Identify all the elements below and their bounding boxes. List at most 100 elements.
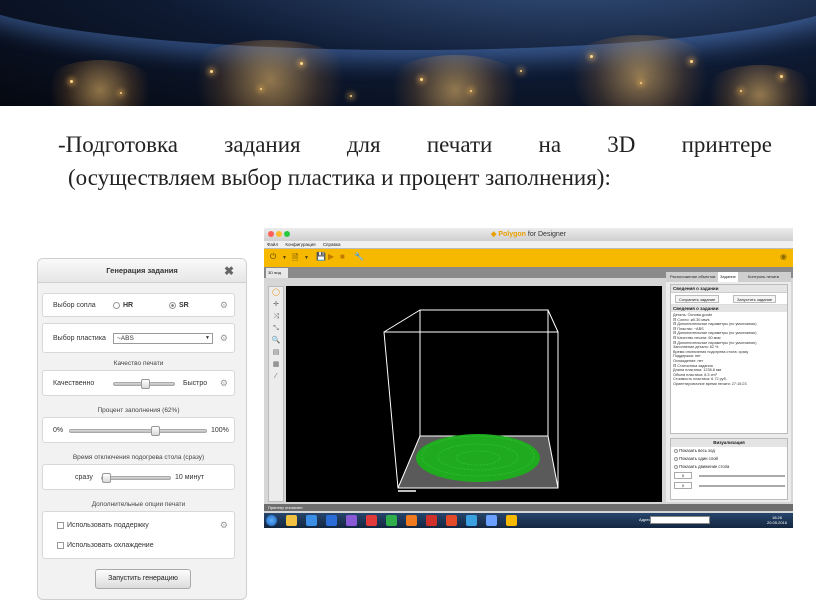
browser-icon[interactable] [306,515,317,526]
task-panel: Расположение объектов Задание Контроль п… [666,272,791,502]
plastic-select[interactable]: ~ABS ▼ [113,333,213,344]
cooling-checkbox[interactable] [57,542,64,549]
tab-task[interactable]: Задание [718,272,738,282]
task-action-bar: Сохранить задание Запустить задание [671,293,787,305]
viz-option-table[interactable]: Показать движение стола [671,463,787,471]
gear-icon[interactable]: ⚙ [220,378,228,389]
play-icon[interactable]: ▶ [328,252,334,261]
gear-icon[interactable]: ⚙ [220,520,228,531]
task-info-box: Сведения о задании Сохранить задание Зап… [670,284,788,434]
nozzle-hr-label: HR [123,302,134,309]
stop-icon[interactable]: ■ [340,252,345,261]
quality-slider[interactable] [113,379,175,389]
layer-tool-icon[interactable]: ▤ [269,347,283,359]
dialog-titlebar: Генерация задания ✖ [38,259,246,283]
viz-start-field[interactable]: 0 [674,472,692,479]
rotate-tool-icon[interactable]: ⤨ [269,311,283,323]
nozzle-hr-radio[interactable] [113,302,120,309]
scale-tool-icon[interactable]: ⤡ [269,323,283,335]
tab-object-layout[interactable]: Расположение объектов [668,272,717,282]
file-explorer-icon[interactable] [286,515,297,526]
clock-date: 20.05.2016 [766,520,787,525]
plastic-select-value: ~ABS [117,335,134,342]
infill-min-label: 0% [53,427,64,434]
plastic-label: Выбор пластика [53,335,106,342]
address-label: Адрес [639,517,651,522]
slice-tool-icon[interactable]: ▦ [269,359,283,371]
open-file-icon[interactable]: 🗎 [292,252,298,266]
address-input[interactable] [650,516,710,524]
tab-3d-view[interactable]: 3D вид [266,268,288,278]
heading-line-1: -Подготовка задания для печати на 3D при… [58,132,772,157]
heat-off-right-label: 10 минут [175,474,205,481]
measure-tool-icon[interactable]: ⁄ [269,371,283,383]
slide: -Подготовка задания для печати на 3D при… [0,0,816,613]
move-tool-icon[interactable]: ✛ [269,299,283,311]
windows-taskbar: Адрес 18:26 20.05.2016 [264,513,793,528]
power-icon[interactable]: ⏻ [270,252,276,262]
start-task-button[interactable]: Запустить задание [733,295,777,303]
app-menubar: Файл Конфигурация Справка [264,241,793,249]
yandex-browser-icon[interactable] [426,515,437,526]
chevron-down-icon[interactable]: ▼ [282,255,287,261]
polygon-logo-icon: ◆ [490,231,497,238]
app-icon[interactable] [486,515,497,526]
yandex-icon[interactable] [366,515,377,526]
gear-icon[interactable]: ⚙ [220,333,228,344]
quality-slider-thumb[interactable] [141,379,150,389]
3d-viewport[interactable] [286,286,662,502]
app-icon[interactable] [406,515,417,526]
quality-left-label: Качественно [53,380,95,387]
heat-off-slider-thumb[interactable] [102,473,111,483]
start-button-icon[interactable] [266,515,277,526]
support-checkbox[interactable] [57,522,64,529]
space-banner-image [0,0,816,106]
menu-file[interactable]: Файл [267,242,278,247]
nozzle-label: Выбор сопла [53,302,96,309]
quality-right-label: Быстро [183,380,208,387]
menu-config[interactable]: Конфигурация [285,242,315,247]
infill-slider[interactable] [69,426,207,436]
run-generation-button[interactable]: Запустить генерацию [95,569,191,589]
save-task-button[interactable]: Сохранить задание [675,295,720,303]
word-icon[interactable] [326,515,337,526]
select-tool-icon[interactable]: ◯ [269,287,283,299]
viz-option-layer[interactable]: Показать один слой [671,455,787,463]
close-icon[interactable]: ✖ [224,259,234,283]
heat-off-slider[interactable] [101,473,171,483]
3d-scene [383,309,559,492]
app-icon[interactable] [386,515,397,526]
task-details-tree: Деталь: Основа.gcode ⊟ Сопло: ø0.30 мм/s… [671,312,787,388]
nozzle-sr-radio[interactable] [169,302,176,309]
task-details-header: Сведения о задании [671,305,787,312]
viz-end-slider[interactable] [699,485,785,487]
tool-palette: ◯ ✛ ⤨ ⤡ 🔍 ▤ ▦ ⁄ [268,286,284,502]
gear-icon[interactable]: ⚙ [220,300,228,311]
menu-help[interactable]: Справка [323,242,341,247]
chevron-down-icon[interactable]: ▼ [304,255,309,261]
infill-section-label: Процент заполнения (62%) [97,407,180,414]
zoom-tool-icon[interactable]: 🔍 [269,335,283,347]
polygon-taskbar-icon[interactable] [506,515,517,526]
visualization-box: Визуализация Показать весь ход Показать … [670,438,788,500]
save-icon[interactable]: 💾 [316,252,326,261]
printed-model [416,434,540,482]
nozzle-sr-label: SR [179,302,189,309]
wrench-icon[interactable]: 🔧 [354,252,364,261]
infill-card: 0% 100% [42,417,235,443]
extra-section-label: Дополнительные опции печати [91,501,186,508]
polygon-app-window: ◆ Polygon for Designer Файл Конфигурация… [264,228,793,528]
visualization-header: Визуализация [671,439,787,447]
tab-print-control[interactable]: Контроль печати [746,272,781,282]
infill-slider-thumb[interactable] [151,426,160,436]
viz-end-field[interactable]: 0 [674,482,692,489]
viz-start-slider[interactable] [699,475,785,477]
app-icon[interactable] [346,515,357,526]
viz-option-all[interactable]: Показать весь ход [671,447,787,455]
heat-off-card: сразу 10 минут [42,464,235,490]
support-label: Использовать поддержку [67,522,149,529]
app-title-suffix: for Designer [525,231,567,238]
slide-heading: -Подготовка задания для печати на 3D при… [58,128,772,194]
app-icon[interactable] [466,515,477,526]
powerpoint-icon[interactable] [446,515,457,526]
